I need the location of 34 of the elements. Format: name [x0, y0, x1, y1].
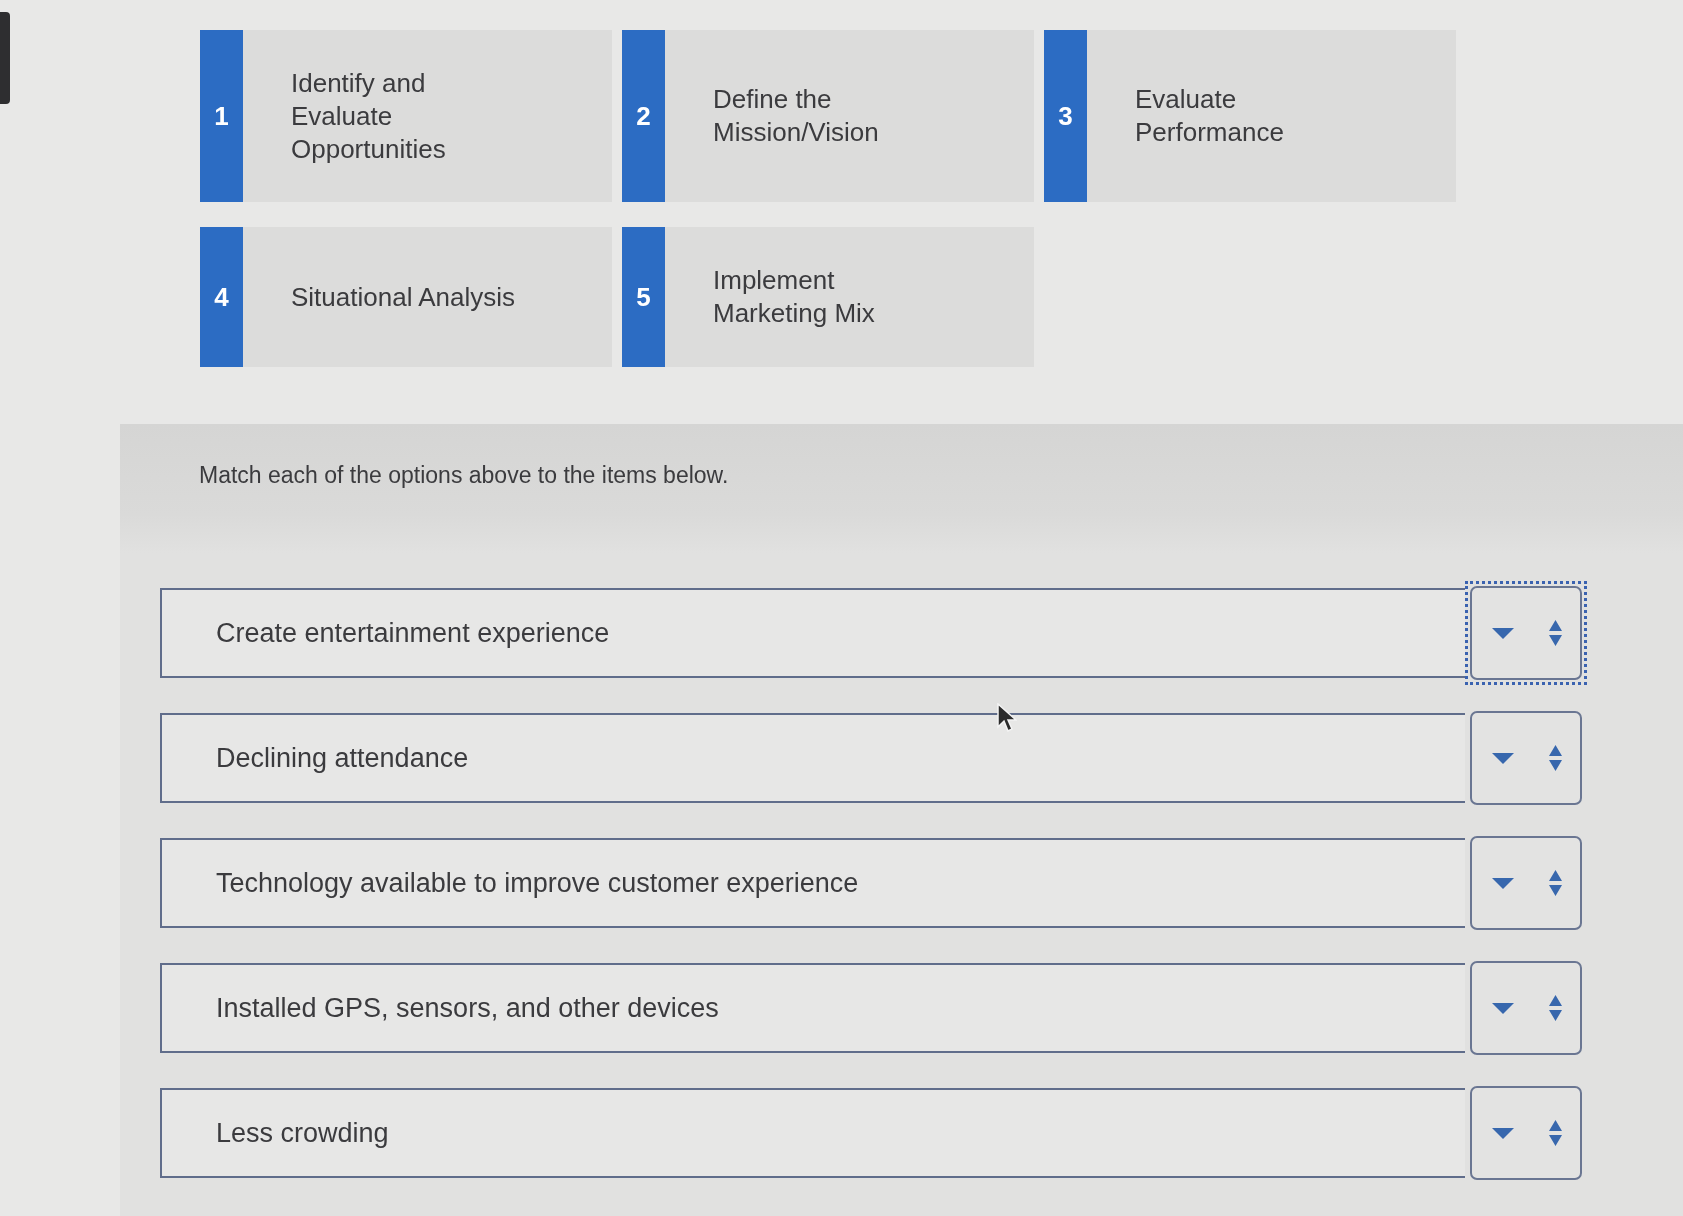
option-number-tab: 4 — [200, 227, 243, 367]
match-item: Declining attendance — [160, 713, 1465, 803]
option-label: Implement Marketing Mix — [712, 264, 876, 330]
option-card[interactable]: 1 Identify and Evaluate Opportunities — [200, 30, 612, 202]
option-label: Evaluate Performance — [1134, 83, 1285, 149]
caret-down-icon — [1492, 752, 1514, 764]
edge-tab-icon — [0, 12, 10, 104]
caret-down-icon — [1492, 1002, 1514, 1014]
match-item: Create entertainment experience — [160, 588, 1465, 678]
up-down-arrows-icon — [1549, 995, 1562, 1021]
mouse-pointer-icon — [997, 703, 1017, 733]
option-number-tab: 3 — [1044, 30, 1087, 202]
caret-down-icon — [1492, 627, 1514, 639]
option-card[interactable]: 5 Implement Marketing Mix — [622, 227, 1034, 367]
instruction-text: Match each of the options above to the items below. — [199, 462, 730, 489]
match-item: Less crowding — [160, 1088, 1465, 1178]
option-card[interactable]: 4 Situational Analysis — [200, 227, 612, 367]
option-label: Define the Mission/Vision — [712, 83, 880, 149]
caret-down-icon — [1492, 877, 1514, 889]
caret-down-icon — [1492, 1127, 1514, 1139]
answer-dropdown[interactable] — [1465, 581, 1587, 685]
option-number-tab: 2 — [622, 30, 665, 202]
up-down-arrows-icon — [1549, 1120, 1562, 1146]
option-number-tab: 5 — [622, 227, 665, 367]
option-card[interactable]: 2 Define the Mission/Vision — [622, 30, 1034, 202]
match-item: Installed GPS, sensors, and other devices — [160, 963, 1465, 1053]
option-number-tab: 1 — [200, 30, 243, 202]
option-label: Situational Analysis — [290, 280, 517, 314]
up-down-arrows-icon — [1549, 620, 1562, 646]
up-down-arrows-icon — [1549, 745, 1562, 771]
option-label: Identify and Evaluate Opportunities — [290, 66, 447, 166]
up-down-arrows-icon — [1549, 870, 1562, 896]
option-card[interactable]: 3 Evaluate Performance — [1044, 30, 1456, 202]
match-item: Technology available to improve customer experience — [160, 838, 1465, 928]
